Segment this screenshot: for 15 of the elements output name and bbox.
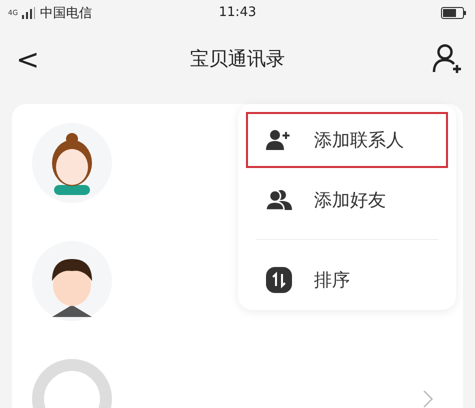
- back-button[interactable]: <: [12, 42, 44, 76]
- avatar-icon: [32, 241, 112, 321]
- page-title: 宝贝通讯录: [190, 47, 285, 72]
- menu-item[interactable]: 添加好友: [246, 172, 448, 228]
- status-time: 11:43: [218, 5, 256, 20]
- menu-item[interactable]: 排序: [246, 252, 448, 308]
- people-icon: [266, 188, 292, 210]
- battery-icon: [441, 7, 467, 19]
- add-person-icon: [266, 128, 292, 151]
- avatar-icon: [32, 123, 112, 203]
- menu-item[interactable]: 添加联系人: [246, 112, 448, 168]
- add-person-button[interactable]: [431, 43, 463, 75]
- carrier-label: 中国电信: [40, 5, 92, 22]
- signal-icon: [22, 7, 36, 19]
- sort-icon: [266, 267, 292, 294]
